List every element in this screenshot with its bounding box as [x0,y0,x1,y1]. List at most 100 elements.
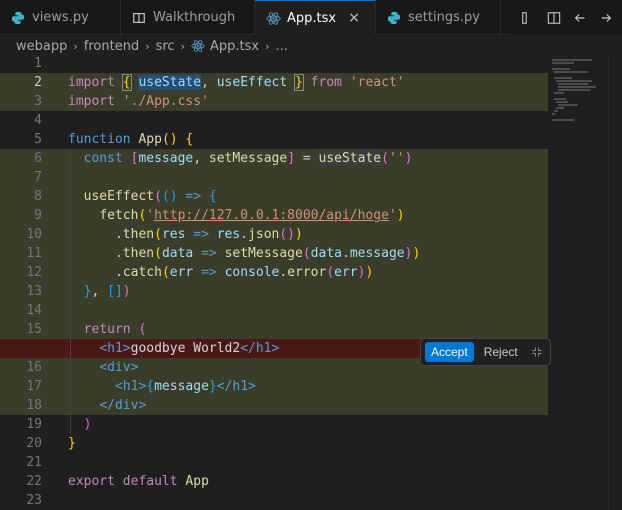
minimap-line [552,113,555,115]
tab-label: App.tsx [287,10,337,26]
code-line: 13 }, []) [0,282,548,301]
line-number: 2 [34,75,42,90]
code-text: .catch(err => console.error(err)) [68,265,374,280]
code-line: 20} [0,434,548,453]
minimap-line [554,92,564,94]
breadcrumb-item-src[interactable]: src [156,39,175,54]
minimap-line [554,110,558,112]
react-icon [191,39,205,53]
code-line: 9 fetch('http://127.0.0.1:8000/api/hoge'… [0,206,548,225]
code-text: const [message, setMessage] = useState('… [83,151,413,166]
minimap-line [554,77,572,79]
code-text: function App() { [68,132,194,147]
tab-settings-py[interactable]: settings.py [376,0,501,35]
chevron-right-icon: › [265,39,270,53]
minimap-line [554,98,566,100]
line-number: 11 [26,246,42,261]
code-line: 15 return ( [0,320,548,339]
split-editor-icon[interactable] [546,10,562,26]
minimap-line [558,104,578,106]
editor-actions [512,0,622,35]
python-icon [386,10,402,26]
tab-views-py[interactable]: views.py [0,0,121,35]
inline-diff-actions: Accept Reject [420,338,551,366]
tab-walkthrough[interactable]: Walkthrough [121,0,255,35]
line-number: 21 [26,455,42,470]
indent-guide [70,149,71,434]
line-number: 13 [26,284,42,299]
code-text: } [68,436,76,451]
line-number: 6 [34,151,42,166]
react-icon [265,10,281,26]
tab-label: settings.py [408,10,480,25]
python-icon [10,10,26,26]
code-editor[interactable]: 1 2 import { useState, useEffect } from '… [0,54,548,510]
code-text: useEffect(() => { [83,189,217,204]
editor-tab-bar: views.py Walkthrough App.tsx × settings.… [0,0,622,35]
line-number: 5 [34,132,42,147]
chevron-right-icon: › [145,39,150,53]
code-text: <h1>goodbye World2</h1> [99,341,280,356]
code-line: 19 ) [0,415,548,434]
arrow-right-icon[interactable] [598,10,614,26]
tab-app-tsx[interactable]: App.tsx × [255,0,376,35]
walkthrough-icon [131,10,147,26]
line-number: 17 [26,379,42,394]
line-number: 9 [34,208,42,223]
code-text: }, []) [83,284,131,299]
minimap-line [558,86,596,88]
code-line: 1 [0,54,548,73]
code-line: 8 useEffect(() => { [0,187,548,206]
line-number: 8 [34,189,42,204]
code-line: 10 .then(res => res.json()) [0,225,548,244]
code-line: 14 [0,301,548,320]
line-number: 14 [26,303,42,318]
chevron-right-icon: › [73,39,78,53]
line-number: 10 [26,227,42,242]
minimap[interactable] [548,57,608,510]
code-line: 5 function App() { [0,130,548,149]
line-number: 12 [26,265,42,280]
minimap-line [552,119,574,121]
code-line: 17 <h1>{message}</h1> [0,377,548,396]
code-line: 23 [0,491,548,510]
code-text: </div> [99,398,147,413]
code-text: <div> [99,360,139,375]
minimap-line [556,107,564,109]
vertical-scrollbar[interactable] [608,57,622,510]
reject-button[interactable]: Reject [478,342,524,362]
tab-label: Walkthrough [153,10,236,25]
minimap-line [558,89,590,91]
breadcrumb-item-file[interactable]: App.tsx [210,39,259,54]
line-number: 3 [34,94,42,109]
more-tabs-icon[interactable] [520,10,536,26]
breadcrumb-item-webapp[interactable]: webapp [16,39,67,54]
code-line: 11 .then(data => setMessage(data.message… [0,244,548,263]
minimap-line [552,68,570,70]
code-line: 6 const [message, setMessage] = useState… [0,149,548,168]
accept-button[interactable]: Accept [425,342,474,362]
code-text: ) [83,417,92,432]
breadcrumb-item-frontend[interactable]: frontend [84,39,139,54]
close-icon[interactable]: × [346,10,362,26]
breadcrumb-item-more[interactable]: ... [275,39,287,54]
line-number: 15 [26,322,42,337]
code-line: 18 </div> [0,396,548,415]
code-text: <h1>{message}</h1> [114,379,256,394]
code-line: 3 import './App.css' [0,92,548,111]
minimap-line [556,80,592,82]
code-text: import './App.css' [68,94,209,109]
line-number: 18 [26,398,42,413]
line-number: 23 [26,493,42,508]
minimap-line [558,83,588,85]
code-line: 2 import { useState, useEffect } from 're… [0,73,548,92]
collapse-icon[interactable] [528,346,546,358]
line-number: 16 [26,360,42,375]
code-text: .then(data => setMessage(data.message)) [68,246,421,261]
line-number: 1 [34,56,42,71]
arrow-left-icon[interactable] [572,10,588,26]
code-line: 7 [0,168,548,187]
code-line: 22 export default App [0,472,548,491]
line-number: 20 [26,436,42,451]
line-number: 7 [34,170,42,185]
